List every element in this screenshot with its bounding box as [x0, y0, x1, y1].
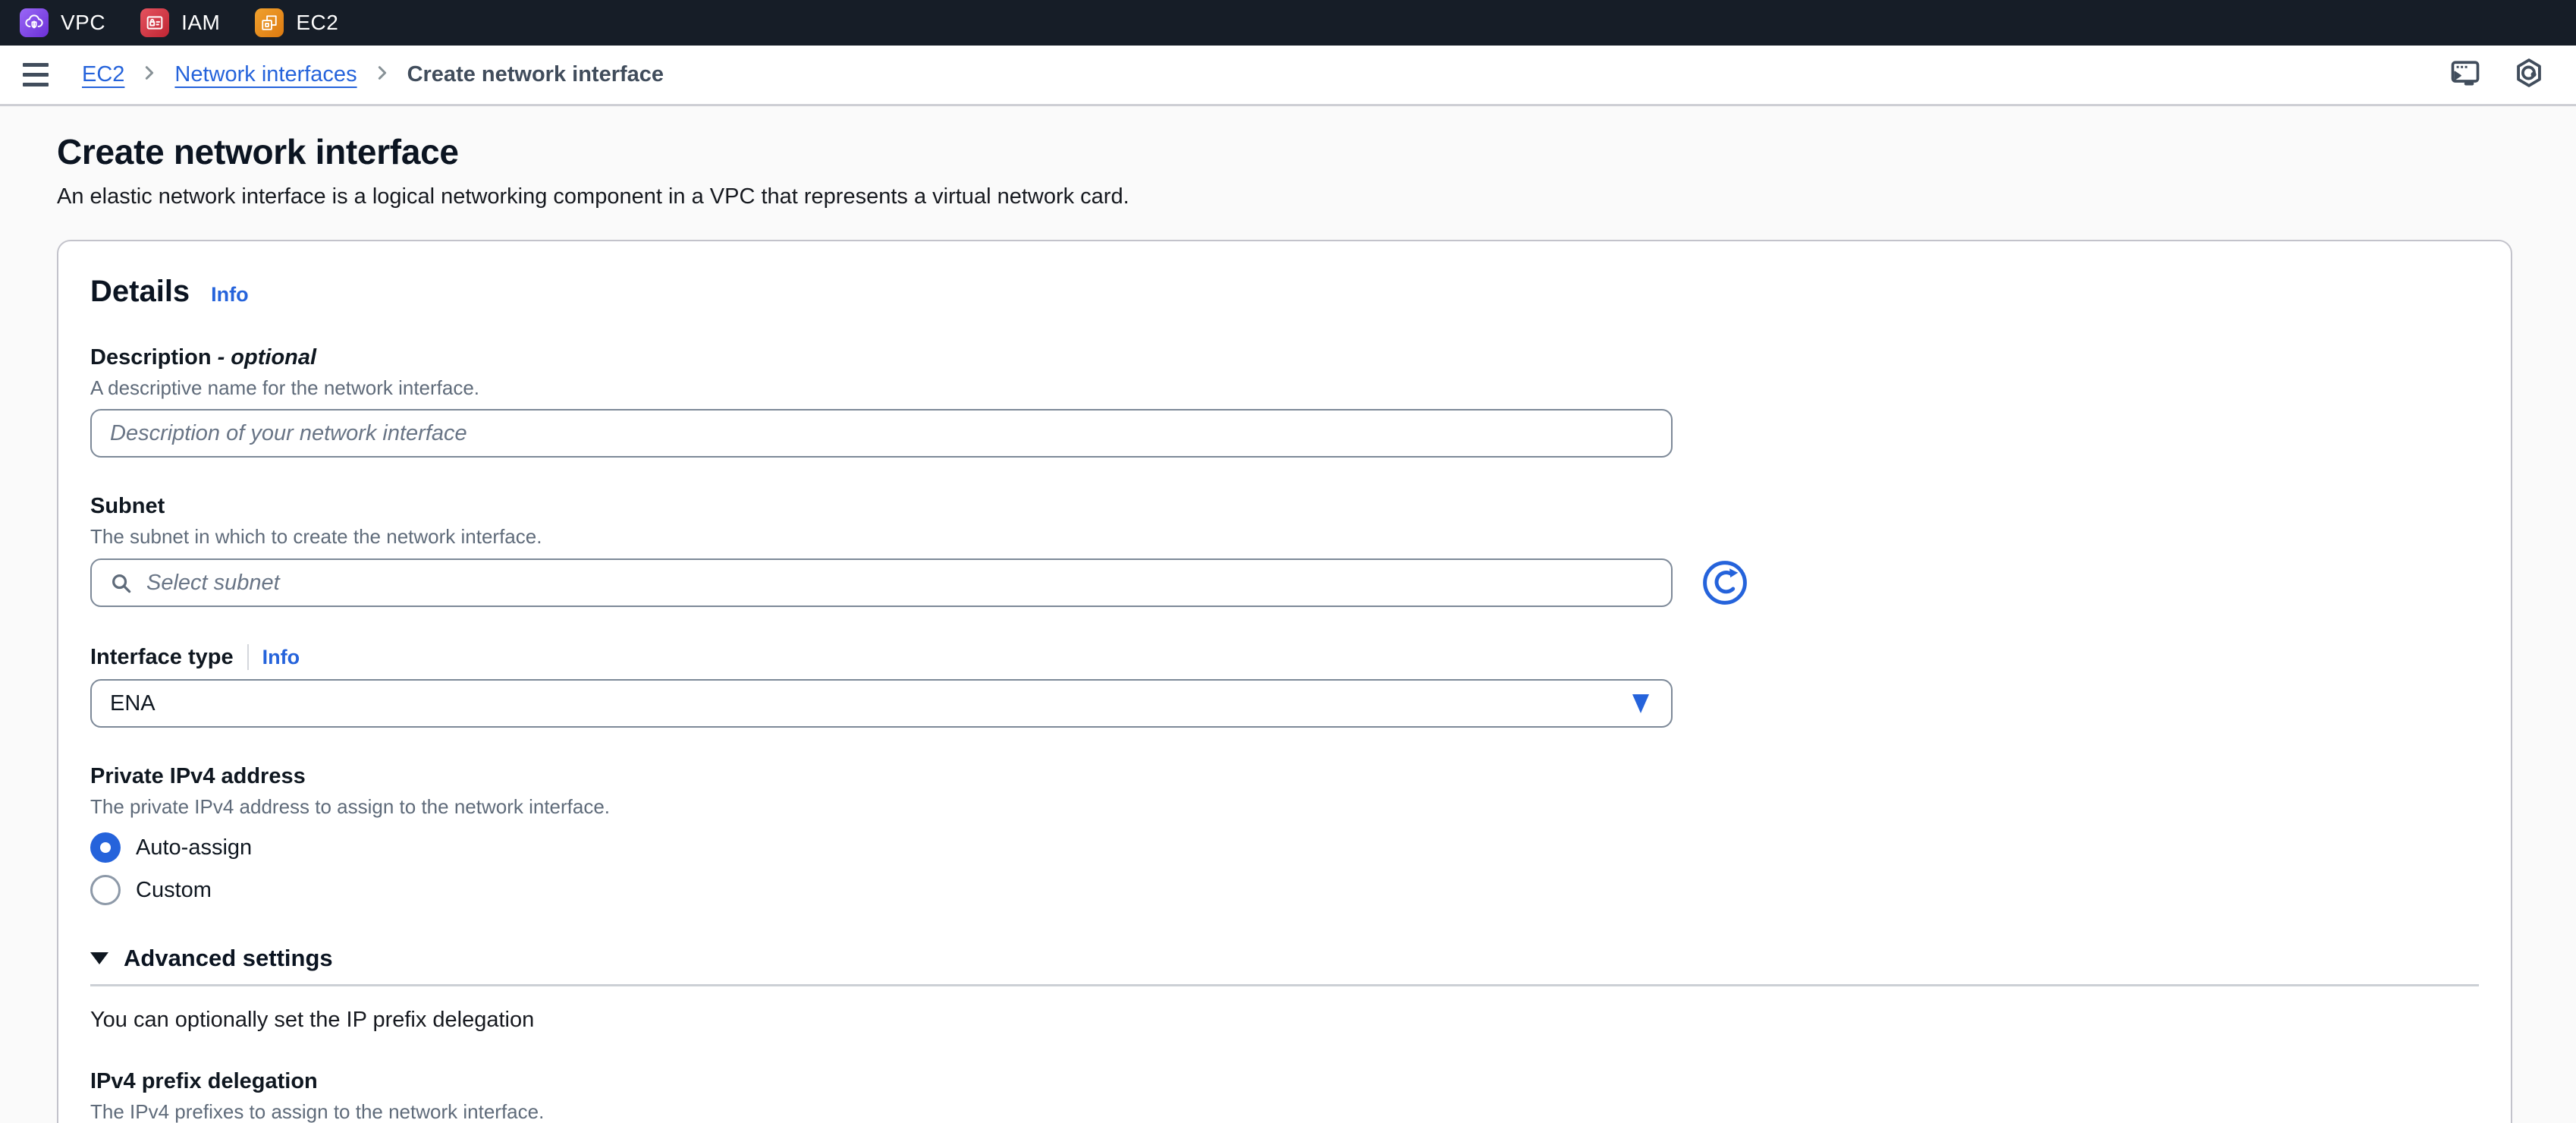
description-label: Description - optional	[90, 345, 316, 370]
private-ipv4-radio-group: Auto-assign Custom	[90, 832, 2479, 905]
details-heading: Details	[90, 275, 190, 309]
ipv4-prefix-label: IPv4 prefix delegation	[90, 1069, 318, 1094]
subnet-select-input[interactable]	[90, 558, 1673, 607]
interface-type-field: Interface type Info ENA	[90, 644, 2479, 728]
ec2-icon	[255, 8, 284, 37]
chevron-down-icon	[1632, 694, 1650, 714]
page-title: Create network interface	[57, 131, 2519, 172]
refresh-subnets-button[interactable]	[1700, 558, 1750, 608]
iam-icon	[140, 8, 169, 37]
advanced-settings-note: You can optionally set the IP prefix del…	[90, 1008, 2479, 1033]
cloudshell-icon[interactable]	[2449, 56, 2482, 93]
ipv4-prefix-field: IPv4 prefix delegation The IPv4 prefixes…	[90, 1069, 2479, 1123]
radio-icon	[90, 832, 121, 863]
breadcrumb-bar: EC2 Network interfaces Create network in…	[0, 46, 2576, 106]
advanced-settings-toggle[interactable]: Advanced settings	[90, 945, 2479, 972]
description-input[interactable]	[90, 409, 1673, 458]
interface-type-info-link[interactable]: Info	[262, 646, 300, 669]
description-field: Description - optional A descriptive nam…	[90, 345, 2479, 458]
advanced-settings-heading: Advanced settings	[124, 945, 333, 972]
search-icon	[108, 571, 134, 596]
hamburger-menu-icon[interactable]	[23, 63, 49, 87]
private-ipv4-label: Private IPv4 address	[90, 764, 306, 789]
shortcut-iam-label: IAM	[181, 11, 220, 35]
radio-option-custom[interactable]: Custom	[90, 875, 2479, 905]
radio-icon	[90, 875, 121, 905]
details-card: Details Info Description - optional A de…	[57, 240, 2512, 1123]
interface-type-label: Interface type	[90, 645, 234, 670]
shortcut-ec2[interactable]: EC2	[255, 8, 338, 37]
vpc-icon	[20, 8, 49, 37]
private-ipv4-help: The private IPv4 address to assign to th…	[90, 795, 2479, 819]
shortcut-ec2-label: EC2	[296, 11, 338, 35]
breadcrumb-actions	[2449, 56, 2546, 93]
expand-triangle-icon	[90, 952, 108, 964]
ipv4-prefix-help: The IPv4 prefixes to assign to the netwo…	[90, 1100, 2479, 1123]
shortcut-vpc-label: VPC	[61, 11, 105, 35]
interface-type-select[interactable]: ENA	[90, 679, 1673, 728]
chevron-right-icon	[141, 62, 158, 87]
shortcut-vpc[interactable]: VPC	[20, 8, 105, 37]
subnet-help: The subnet in which to create the networ…	[90, 525, 2479, 549]
settings-icon[interactable]	[2512, 56, 2546, 93]
shortcut-iam[interactable]: IAM	[140, 8, 220, 37]
description-help: A descriptive name for the network inter…	[90, 376, 2479, 400]
breadcrumb-link-network-interfaces[interactable]: Network interfaces	[174, 62, 357, 87]
breadcrumb-current: Create network interface	[407, 62, 664, 87]
breadcrumb: EC2 Network interfaces Create network in…	[82, 62, 664, 87]
breadcrumb-link-ec2[interactable]: EC2	[82, 62, 124, 87]
subnet-field: Subnet The subnet in which to create the…	[90, 494, 2479, 608]
chevron-right-icon	[374, 62, 391, 87]
top-service-bar: VPC IAM EC2	[0, 0, 2576, 46]
radio-option-auto-assign[interactable]: Auto-assign	[90, 832, 2479, 863]
refresh-icon	[1700, 558, 1750, 608]
main-content: Create network interface An elastic netw…	[0, 131, 2576, 1123]
subnet-label: Subnet	[90, 494, 165, 519]
interface-type-value: ENA	[110, 691, 156, 716]
private-ipv4-field: Private IPv4 address The private IPv4 ad…	[90, 764, 2479, 905]
label-divider	[247, 644, 249, 670]
details-info-link[interactable]: Info	[211, 283, 248, 307]
optional-suffix: - optional	[218, 345, 316, 370]
section-divider	[90, 984, 2479, 986]
page-subtitle: An elastic network interface is a logica…	[57, 184, 2519, 209]
